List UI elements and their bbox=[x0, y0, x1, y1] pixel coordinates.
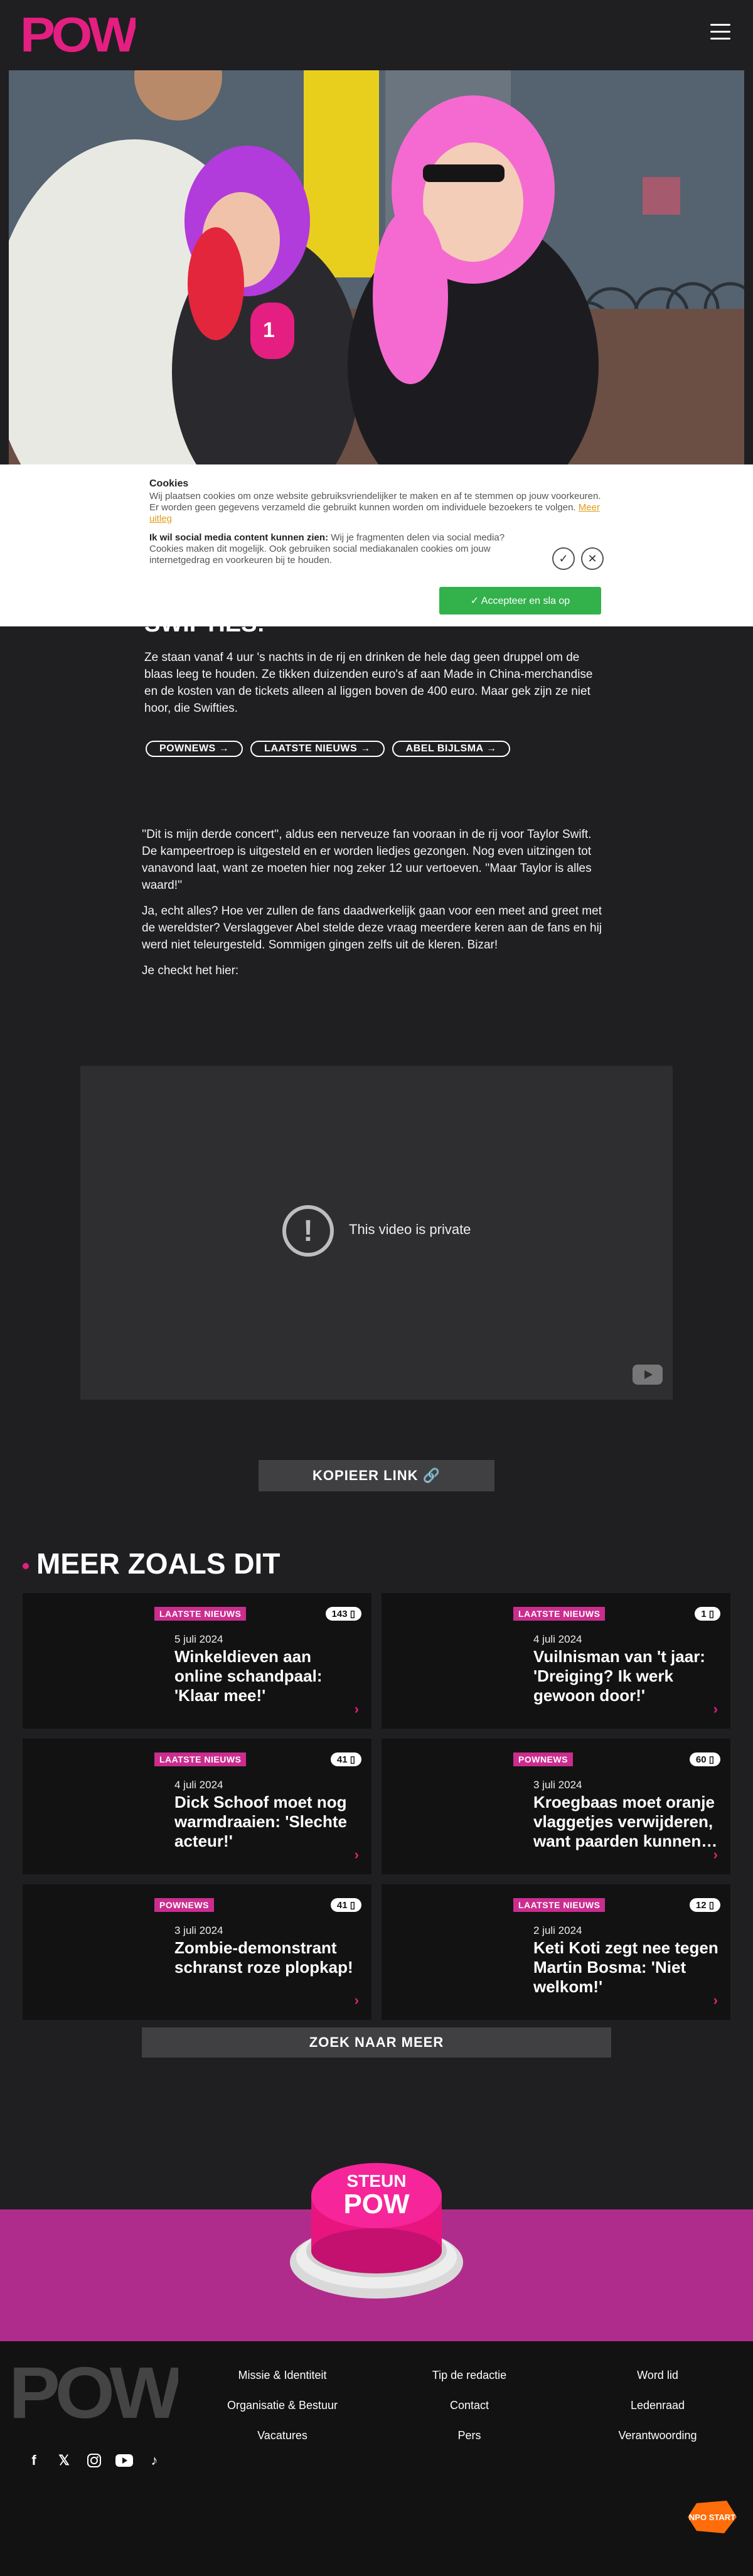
footer-logo[interactable]: POW bbox=[9, 2360, 178, 2423]
comment-count: 60 ▯ bbox=[689, 1752, 720, 1766]
cookie-text: Wij plaatsen cookies om onze website geb… bbox=[149, 491, 601, 524]
svg-text:NPO START: NPO START bbox=[689, 2513, 735, 2522]
cookie-social-text: Ik wil social media content kunnen zien:… bbox=[149, 532, 505, 566]
footer-link-pers[interactable]: Pers bbox=[400, 2429, 538, 2442]
category-badge: LAATSTE NIEUWS bbox=[513, 1898, 606, 1912]
card-title: Keti Koti zegt nee tegen Martin Bosma: '… bbox=[533, 1938, 718, 1996]
tiktok-icon[interactable]: ♪ bbox=[146, 2452, 163, 2469]
article-body: ''Dit is mijn derde concert'', aldus een… bbox=[142, 826, 606, 988]
cookie-banner: Cookies Wij plaatsen cookies om onze web… bbox=[0, 464, 753, 626]
close-icon: ✕ bbox=[587, 552, 597, 565]
cookie-title: Cookies bbox=[149, 478, 189, 489]
copy-link-button[interactable]: KOPIEER LINK 🔗 bbox=[259, 1460, 494, 1491]
chevron-right-icon: › bbox=[713, 1847, 718, 1862]
article-paragraph: Je checkt het hier: bbox=[142, 964, 239, 977]
youtube-icon[interactable] bbox=[633, 1365, 663, 1385]
related-card[interactable]: LAATSTE NIEUWS 1 ▯ 4 juli 2024 Vuilnisma… bbox=[382, 1593, 730, 1729]
more-heading: MEER ZOALS DIT bbox=[23, 1547, 280, 1580]
comment-count: 41 ▯ bbox=[330, 1898, 361, 1912]
svg-text:POW: POW bbox=[20, 13, 136, 55]
card-date: 2 juli 2024 bbox=[533, 1924, 582, 1936]
footer-link-organisatie[interactable]: Organisatie & Bestuur bbox=[213, 2399, 351, 2412]
tag-list: POWNEWS → LAATSTE NIEUWS → ABEL BIJLSMA … bbox=[146, 741, 511, 757]
comment-count: 1 ▯ bbox=[695, 1607, 720, 1621]
search-more-button[interactable]: ZOEK NAAR MEER bbox=[142, 2027, 611, 2058]
hero-image: 1 bbox=[9, 70, 744, 466]
article-lead: Ze staan vanaf 4 uur 's nachts in de rij… bbox=[144, 651, 593, 715]
category-badge: LAATSTE NIEUWS bbox=[154, 1752, 247, 1766]
footer-link-contact[interactable]: Contact bbox=[400, 2399, 538, 2412]
support-pow-button[interactable]: STEUN POW bbox=[285, 2157, 468, 2307]
accept-social-button[interactable]: ✓ bbox=[552, 547, 575, 570]
pow-logo[interactable]: POW bbox=[20, 13, 136, 55]
warning-icon: ! bbox=[282, 1205, 334, 1257]
card-title: Zombie-demonstrant schranst roze plopkap… bbox=[174, 1938, 353, 1977]
related-card[interactable]: LAATSTE NIEUWS 12 ▯ 2 juli 2024 Keti Kot… bbox=[382, 1884, 730, 2020]
instagram-icon[interactable] bbox=[85, 2452, 103, 2469]
card-date: 3 juli 2024 bbox=[533, 1779, 582, 1791]
chevron-right-icon: › bbox=[713, 1701, 718, 1717]
card-date: 4 juli 2024 bbox=[533, 1633, 582, 1645]
category-badge: POWNEWS bbox=[513, 1752, 573, 1766]
article-paragraph: Ja, echt alles? Hoe ver zullen de fans d… bbox=[142, 904, 602, 952]
article-title: SWIFTIES! bbox=[144, 615, 265, 633]
chevron-right-icon: › bbox=[354, 1992, 359, 2008]
hamburger-icon[interactable] bbox=[710, 24, 730, 40]
npo-start-logo[interactable]: NPO START bbox=[685, 2498, 739, 2536]
bullet-dot bbox=[23, 1562, 29, 1569]
category-badge: POWNEWS bbox=[154, 1898, 214, 1912]
support-bottom-text: POW bbox=[343, 2189, 410, 2219]
x-icon[interactable]: 𝕏 bbox=[55, 2452, 73, 2469]
decline-social-button[interactable]: ✕ bbox=[581, 547, 604, 570]
comment-count: 12 ▯ bbox=[689, 1898, 720, 1912]
comment-count: 143 ▯ bbox=[325, 1607, 361, 1621]
card-date: 3 juli 2024 bbox=[174, 1924, 223, 1936]
check-icon: ✓ bbox=[558, 552, 569, 565]
category-badge: LAATSTE NIEUWS bbox=[154, 1607, 247, 1621]
chevron-right-icon: › bbox=[354, 1847, 359, 1862]
card-title: Winkeldieven aan online schandpaal: 'Kla… bbox=[174, 1647, 323, 1705]
accept-cookies-button[interactable]: ✓ Accepteer en sla op bbox=[439, 587, 601, 614]
chevron-right-icon: › bbox=[713, 1992, 718, 2008]
social-links: f 𝕏 ♪ bbox=[25, 2452, 163, 2469]
footer-link-verantwoording[interactable]: Verantwoording bbox=[589, 2429, 727, 2442]
related-card[interactable]: POWNEWS 60 ▯ 3 juli 2024 Kroegbaas moet … bbox=[382, 1739, 730, 1874]
svg-text:1: 1 bbox=[263, 318, 275, 342]
card-date: 4 juli 2024 bbox=[174, 1779, 223, 1791]
footer-link-vacatures[interactable]: Vacatures bbox=[213, 2429, 351, 2442]
tag-pownews[interactable]: POWNEWS → bbox=[146, 741, 243, 757]
support-top-text: STEUN bbox=[347, 2171, 407, 2191]
tag-abel-bijlsma[interactable]: ABEL BIJLSMA → bbox=[392, 741, 511, 757]
card-date: 5 juli 2024 bbox=[174, 1633, 223, 1645]
video-embed[interactable]: ! This video is private bbox=[80, 1066, 673, 1400]
related-card[interactable]: LAATSTE NIEUWS 143 ▯ 5 juli 2024 Winkeld… bbox=[23, 1593, 371, 1729]
related-card[interactable]: POWNEWS 41 ▯ 3 juli 2024 Zombie-demonstr… bbox=[23, 1884, 371, 2020]
footer-link-tip[interactable]: Tip de redactie bbox=[400, 2369, 538, 2382]
tag-laatste-nieuws[interactable]: LAATSTE NIEUWS → bbox=[250, 741, 385, 757]
facebook-icon[interactable]: f bbox=[25, 2452, 43, 2469]
related-card[interactable]: LAATSTE NIEUWS 41 ▯ 4 juli 2024 Dick Sch… bbox=[23, 1739, 371, 1874]
card-title: Dick Schoof moet nog warmdraaien: 'Slech… bbox=[174, 1793, 347, 1850]
footer-link-word-lid[interactable]: Word lid bbox=[589, 2369, 727, 2382]
footer-link-missie[interactable]: Missie & Identiteit bbox=[213, 2369, 351, 2382]
video-private-message: This video is private bbox=[349, 1221, 471, 1237]
site-header: POW bbox=[0, 0, 753, 70]
card-title: Vuilnisman van 't jaar: 'Dreiging? Ik we… bbox=[533, 1647, 705, 1705]
youtube-icon[interactable] bbox=[115, 2452, 133, 2469]
article-paragraph: ''Dit is mijn derde concert'', aldus een… bbox=[142, 828, 592, 892]
comment-count: 41 ▯ bbox=[330, 1752, 361, 1766]
card-title: Kroegbaas moet oranje vlaggetjes verwijd… bbox=[533, 1793, 718, 1850]
category-badge: LAATSTE NIEUWS bbox=[513, 1607, 606, 1621]
svg-text:POW: POW bbox=[9, 2360, 178, 2423]
chevron-right-icon: › bbox=[354, 1701, 359, 1717]
footer-link-ledenraad[interactable]: Ledenraad bbox=[589, 2399, 727, 2412]
